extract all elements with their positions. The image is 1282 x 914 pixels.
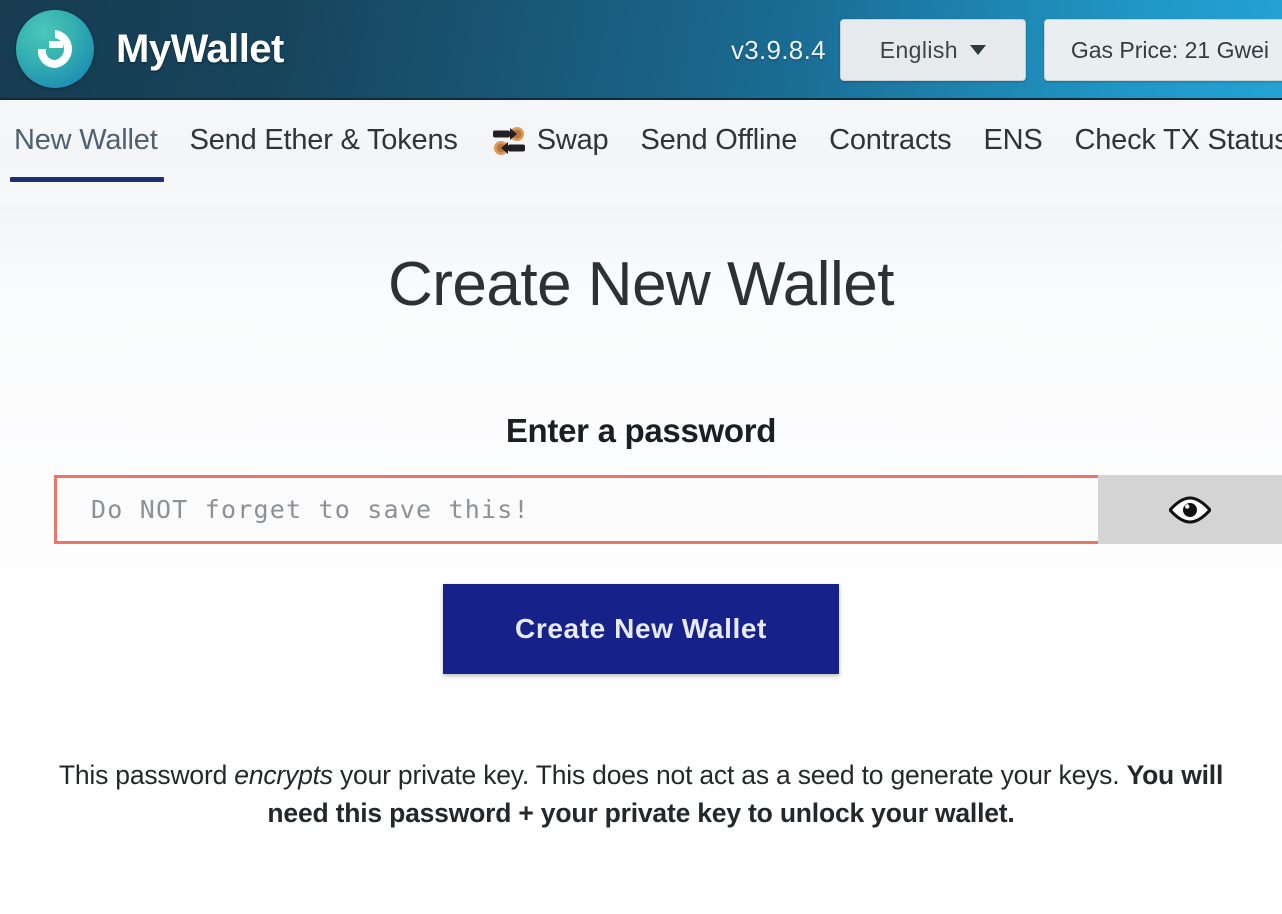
chevron-down-icon bbox=[969, 45, 986, 55]
main-content: Create New Wallet Enter a password Creat… bbox=[0, 203, 1282, 914]
create-new-wallet-button[interactable]: Create New Wallet bbox=[443, 584, 839, 674]
language-selector[interactable]: English bbox=[839, 19, 1026, 81]
gas-price-display[interactable]: Gas Price: 21 Gwei bbox=[1043, 19, 1282, 81]
nav-item-ens[interactable]: ENS bbox=[967, 124, 1058, 157]
nav-label: New Wallet bbox=[14, 124, 158, 156]
nav-label: Send Offline bbox=[640, 124, 798, 156]
gas-price-label: Gas Price: 21 Gwei bbox=[1070, 36, 1269, 63]
footnote-part-1: This password bbox=[58, 760, 235, 790]
header-right-cluster: v3.9.8.4 English Gas Price: 21 Gwei bbox=[731, 0, 1282, 100]
nav-label: ENS bbox=[983, 124, 1043, 156]
app-version: v3.9.8.4 bbox=[730, 34, 826, 65]
language-selector-label: English bbox=[879, 36, 958, 63]
nav-label: Swap bbox=[536, 124, 609, 156]
app-header: MyWallet v3.9.8.4 English Gas Price: 21 … bbox=[0, 0, 1282, 100]
swap-arrows-icon bbox=[490, 125, 528, 157]
page-title: Create New Wallet bbox=[387, 250, 895, 319]
nav-label: Send Ether & Tokens bbox=[189, 124, 458, 156]
password-footnote: This password encrypts your private key.… bbox=[0, 756, 1282, 833]
brand[interactable]: MyWallet bbox=[0, 10, 284, 88]
password-section-label: Enter a password bbox=[505, 412, 777, 449]
nav-item-swap[interactable]: Swap bbox=[474, 124, 625, 157]
footnote-emphasis: encrypts bbox=[234, 760, 333, 790]
nav-item-new-wallet[interactable]: New Wallet bbox=[0, 124, 174, 182]
nav-item-send-ether-tokens[interactable]: Send Ether & Tokens bbox=[174, 124, 474, 157]
brand-title: MyWallet bbox=[116, 26, 284, 71]
nav-item-send-offline[interactable]: Send Offline bbox=[624, 124, 813, 157]
password-field-row bbox=[54, 475, 1282, 544]
wallet-refresh-logo-icon bbox=[16, 10, 94, 88]
active-tab-underline bbox=[10, 177, 164, 182]
main-navigation: New Wallet Send Ether & Tokens Swap Send… bbox=[0, 100, 1282, 203]
nav-item-contracts[interactable]: Contracts bbox=[813, 124, 967, 157]
password-input[interactable] bbox=[54, 475, 1098, 544]
eye-icon bbox=[1168, 495, 1211, 525]
nav-label: Contracts bbox=[829, 124, 952, 156]
toggle-password-visibility-button[interactable] bbox=[1098, 475, 1282, 544]
footnote-part-2: your private key. This does not act as a… bbox=[332, 760, 1127, 790]
nav-item-check-tx-status[interactable]: Check TX Status bbox=[1058, 124, 1282, 157]
nav-label: Check TX Status bbox=[1074, 124, 1282, 156]
